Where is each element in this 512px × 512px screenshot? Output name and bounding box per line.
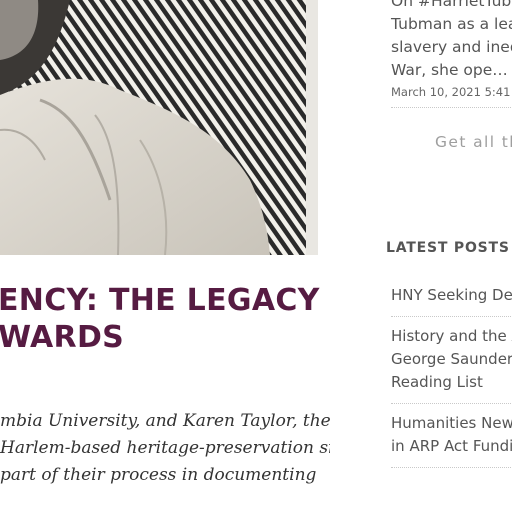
post-title-line: Reading List (391, 373, 483, 391)
latest-posts-heading: LATEST POSTS (386, 240, 510, 256)
post-title-line: George Saunders (391, 350, 512, 368)
article-title-line: WARDS (0, 320, 125, 355)
tweet-line: On #HarrietTubman (391, 0, 512, 10)
tweet-line: slavery and inequ (391, 38, 512, 56)
tweet-timestamp[interactable]: March 10, 2021 5:41 pm (391, 85, 512, 99)
excerpt-line: mbia University, and Karen Taylor, the (0, 411, 330, 431)
sidebar: On #HarrietTubman Tubman as a lea slaver… (386, 0, 512, 512)
tweet-line: Tubman as a lea (391, 15, 512, 33)
article-hero-image[interactable] (0, 0, 318, 255)
excerpt-line: part of their process in documenting (0, 465, 317, 485)
hero-photo (0, 0, 318, 255)
article-title[interactable]: ENCY: THE LEGACY WARDS (0, 282, 328, 356)
post-title-line: History and the A (391, 327, 512, 345)
tweet-line: War, she ope… htt (391, 61, 512, 79)
excerpt-line: Harlem-based heritage-preservation site, (0, 438, 330, 458)
latest-posts-list: HNY Seeking Deve History and the A Georg… (391, 276, 512, 468)
latest-post-link[interactable]: HNY Seeking Deve (391, 276, 512, 317)
article-title-line: ENCY: THE LEGACY (0, 283, 320, 318)
article-excerpt: mbia University, and Karen Taylor, the H… (0, 408, 330, 489)
post-title-line: Humanities New (391, 414, 512, 432)
get-all-tweets-link[interactable]: Get all the (435, 133, 512, 151)
latest-post-link[interactable]: History and the A George Saunders Readin… (391, 317, 512, 404)
post-title-line: HNY Seeking Deve (391, 286, 512, 304)
latest-post-link[interactable]: Humanities New in ARP Act Fundin (391, 404, 512, 468)
tweet-text: On #HarrietTubman Tubman as a lea slaver… (391, 0, 512, 82)
post-title-line: in ARP Act Fundin (391, 437, 512, 455)
divider (391, 107, 512, 108)
